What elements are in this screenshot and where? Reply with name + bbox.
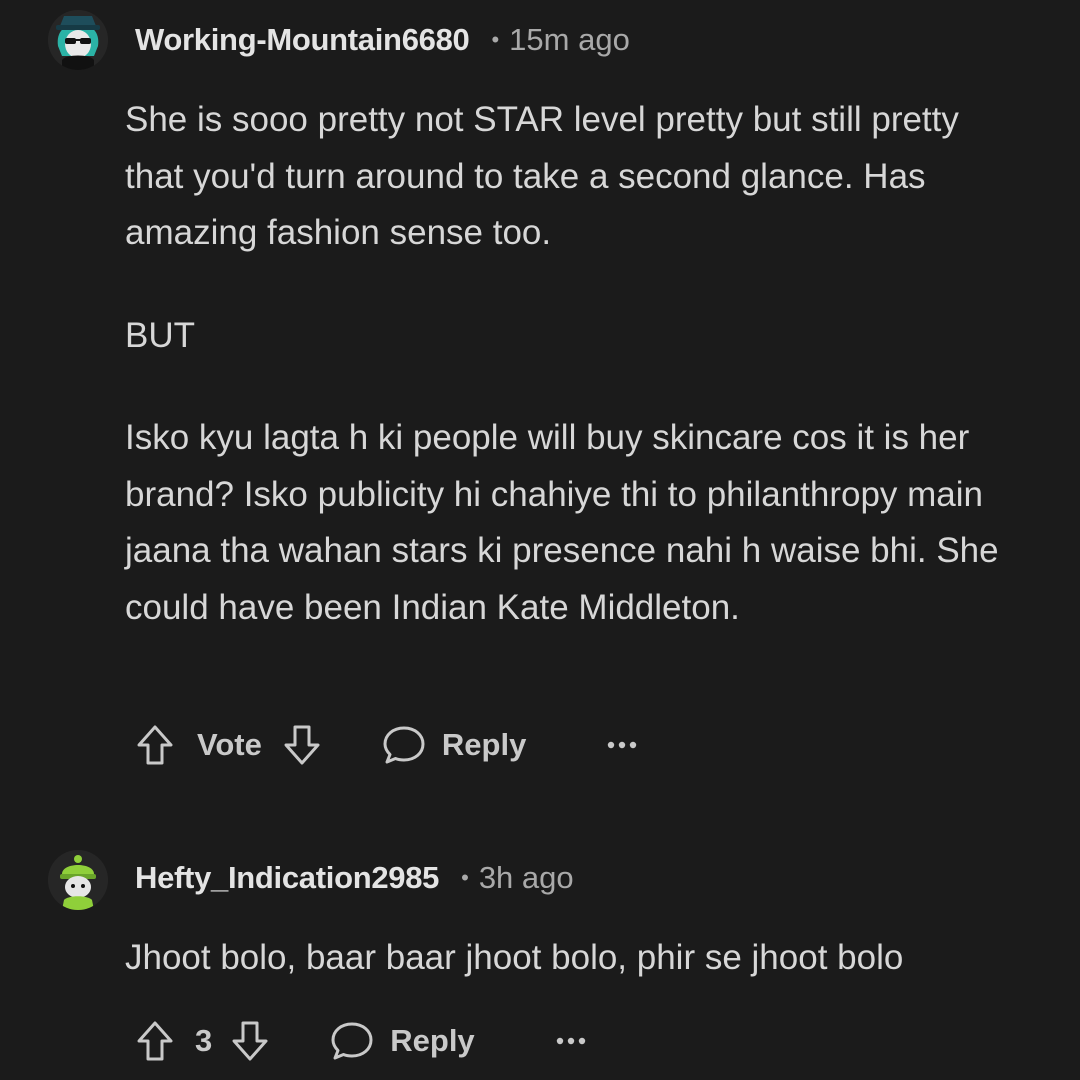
- reply-label: Reply: [441, 727, 527, 762]
- comment-meta: Hefty_Indication2985 • 3h ago: [135, 860, 574, 896]
- comment-meta: Working-Mountain6680 • 15m ago: [135, 22, 630, 58]
- upvote-icon: [137, 1021, 173, 1061]
- comment-paragraph: BUT: [125, 315, 195, 355]
- comment-paragraph: Isko kyu lagta h ki people will buy skin…: [125, 418, 999, 627]
- more-options-icon: [608, 741, 637, 749]
- chat-bubble-icon: [383, 726, 425, 764]
- username-link[interactable]: Working-Mountain6680: [135, 22, 470, 58]
- comment-actions: Vote Reply: [135, 720, 638, 770]
- separator-dot: •: [491, 27, 500, 52]
- more-options-button[interactable]: [606, 740, 638, 750]
- username-link[interactable]: Hefty_Indication2985: [135, 860, 439, 896]
- user-avatar[interactable]: [48, 10, 108, 70]
- comment-paragraph: She is sooo pretty not STAR level pretty…: [125, 100, 959, 252]
- reply-button[interactable]: Reply: [330, 1020, 475, 1062]
- chat-bubble-icon: [331, 1022, 373, 1060]
- comment-actions: 3 Reply: [135, 1016, 587, 1066]
- upvote-button[interactable]: [135, 723, 175, 767]
- downvote-icon: [284, 725, 320, 765]
- more-options-button[interactable]: [555, 1036, 587, 1046]
- user-avatar[interactable]: [48, 850, 108, 910]
- avatar-teal-hair-sunglasses-icon: [48, 10, 108, 70]
- comment-body: Jhoot bolo, baar baar jhoot bolo, phir s…: [125, 930, 1025, 987]
- more-options-icon: [556, 1037, 585, 1045]
- reply-label: Reply: [390, 1023, 475, 1058]
- avatar-green-beanie-icon: [48, 850, 108, 910]
- separator-dot: •: [461, 865, 469, 890]
- reply-button[interactable]: Reply: [382, 724, 526, 766]
- upvote-button[interactable]: [135, 1019, 175, 1063]
- downvote-button[interactable]: [230, 1019, 270, 1063]
- timestamp[interactable]: 3h ago: [479, 860, 574, 896]
- vote-count: 3: [195, 1023, 213, 1058]
- comment-paragraph: Jhoot bolo, baar baar jhoot bolo, phir s…: [125, 938, 904, 977]
- upvote-icon: [137, 725, 173, 765]
- downvote-button[interactable]: [282, 723, 322, 767]
- downvote-icon: [232, 1021, 268, 1061]
- comment-body: She is sooo pretty not STAR level pretty…: [125, 92, 1025, 636]
- vote-label: Vote: [197, 727, 262, 762]
- timestamp[interactable]: 15m ago: [509, 22, 630, 58]
